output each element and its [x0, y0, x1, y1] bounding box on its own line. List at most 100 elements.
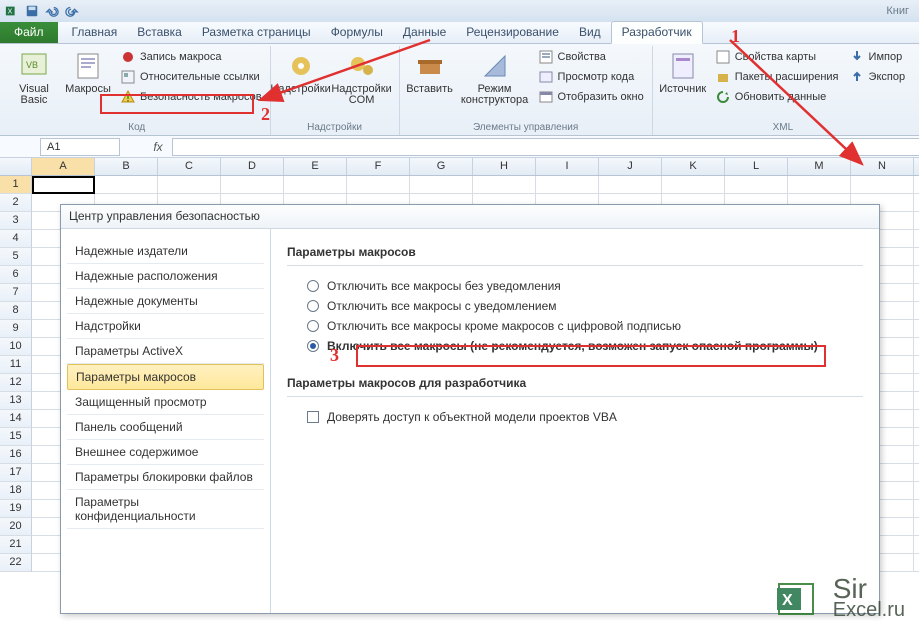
- macro-radio-option[interactable]: Отключить все макросы с уведомлением: [287, 296, 863, 316]
- trust-center-nav-item[interactable]: Параметры конфиденциальности: [67, 490, 264, 529]
- fx-icon[interactable]: fx: [150, 140, 166, 154]
- row-header[interactable]: 1: [0, 176, 32, 194]
- col-header[interactable]: F: [347, 158, 410, 175]
- cell[interactable]: [536, 176, 599, 194]
- select-all-corner[interactable]: [0, 158, 32, 175]
- macro-security-button[interactable]: Безопасность макросов: [118, 88, 264, 106]
- col-header[interactable]: J: [599, 158, 662, 175]
- col-header[interactable]: C: [158, 158, 221, 175]
- record-macro-button[interactable]: Запись макроса: [118, 48, 264, 66]
- radio-icon[interactable]: [307, 300, 319, 312]
- trust-center-nav-item[interactable]: Параметры макросов: [67, 364, 264, 390]
- tab-developer[interactable]: Разработчик: [611, 21, 703, 44]
- row-header[interactable]: 8: [0, 302, 32, 320]
- trust-center-nav-item[interactable]: Надежные документы: [67, 289, 264, 314]
- tab-view[interactable]: Вид: [569, 22, 611, 43]
- export-button[interactable]: Экспор: [847, 68, 908, 86]
- undo-icon[interactable]: [44, 3, 60, 19]
- row-header[interactable]: 21: [0, 536, 32, 554]
- col-header[interactable]: H: [473, 158, 536, 175]
- radio-icon[interactable]: [307, 320, 319, 332]
- trust-center-nav-item[interactable]: Надстройки: [67, 314, 264, 339]
- cell[interactable]: [725, 176, 788, 194]
- visual-basic-button[interactable]: VB Visual Basic: [10, 48, 58, 106]
- trust-center-nav-item[interactable]: Параметры ActiveX: [67, 339, 264, 364]
- trust-center-nav-item[interactable]: Внешнее содержимое: [67, 440, 264, 465]
- tab-file[interactable]: Файл: [0, 22, 58, 43]
- row-header[interactable]: 11: [0, 356, 32, 374]
- checkbox-icon[interactable]: [307, 411, 319, 423]
- cell[interactable]: [473, 176, 536, 194]
- cell[interactable]: [284, 176, 347, 194]
- row-header[interactable]: 10: [0, 338, 32, 356]
- formula-bar[interactable]: [172, 138, 919, 156]
- source-button[interactable]: Источник: [659, 48, 707, 95]
- row-header[interactable]: 20: [0, 518, 32, 536]
- col-header[interactable]: A: [32, 158, 95, 175]
- col-header[interactable]: I: [536, 158, 599, 175]
- refresh-data-button[interactable]: Обновить данные: [713, 88, 841, 106]
- cell[interactable]: [599, 176, 662, 194]
- row-header[interactable]: 15: [0, 428, 32, 446]
- cell[interactable]: [32, 176, 95, 194]
- radio-icon[interactable]: [307, 340, 319, 352]
- row-header[interactable]: 22: [0, 554, 32, 572]
- trust-center-nav-item[interactable]: Надежные расположения: [67, 264, 264, 289]
- tab-data[interactable]: Данные: [393, 22, 456, 43]
- row-header[interactable]: 4: [0, 230, 32, 248]
- row-header[interactable]: 3: [0, 212, 32, 230]
- col-header[interactable]: N: [851, 158, 914, 175]
- expansion-packs-button[interactable]: Пакеты расширения: [713, 68, 841, 86]
- row-header[interactable]: 5: [0, 248, 32, 266]
- cell[interactable]: [410, 176, 473, 194]
- trust-center-nav-item[interactable]: Надежные издатели: [67, 239, 264, 264]
- cell[interactable]: [851, 176, 914, 194]
- macro-radio-option[interactable]: Включить все макросы (не рекомендуется, …: [287, 336, 863, 356]
- tab-page-layout[interactable]: Разметка страницы: [192, 22, 321, 43]
- col-header[interactable]: G: [410, 158, 473, 175]
- col-header[interactable]: L: [725, 158, 788, 175]
- row-header[interactable]: 19: [0, 500, 32, 518]
- trust-vba-checkbox-row[interactable]: Доверять доступ к объектной модели проек…: [287, 407, 863, 427]
- tab-home[interactable]: Главная: [62, 22, 128, 43]
- row-header[interactable]: 6: [0, 266, 32, 284]
- com-addins-button[interactable]: Надстройки COM: [331, 48, 393, 106]
- row-header[interactable]: 9: [0, 320, 32, 338]
- name-box[interactable]: [40, 138, 120, 156]
- tab-review[interactable]: Рецензирование: [456, 22, 569, 43]
- map-properties-button[interactable]: Свойства карты: [713, 48, 841, 66]
- macros-button[interactable]: Макросы: [64, 48, 112, 95]
- macro-radio-option[interactable]: Отключить все макросы кроме макросов с ц…: [287, 316, 863, 336]
- tab-insert[interactable]: Вставка: [127, 22, 192, 43]
- import-button[interactable]: Импор: [847, 48, 908, 66]
- row-header[interactable]: 18: [0, 482, 32, 500]
- row-header[interactable]: 2: [0, 194, 32, 212]
- view-code-button[interactable]: Просмотр кода: [536, 68, 646, 86]
- insert-control-button[interactable]: Вставить: [406, 48, 454, 95]
- trust-center-nav-item[interactable]: Параметры блокировки файлов: [67, 465, 264, 490]
- tab-formulas[interactable]: Формулы: [321, 22, 393, 43]
- cell[interactable]: [221, 176, 284, 194]
- col-header[interactable]: E: [284, 158, 347, 175]
- properties-button[interactable]: Свойства: [536, 48, 646, 66]
- radio-icon[interactable]: [307, 280, 319, 292]
- cell[interactable]: [788, 176, 851, 194]
- run-dialog-button[interactable]: Отобразить окно: [536, 88, 646, 106]
- save-icon[interactable]: [24, 3, 40, 19]
- row-header[interactable]: 12: [0, 374, 32, 392]
- col-header[interactable]: B: [95, 158, 158, 175]
- design-mode-button[interactable]: Режим конструктора: [460, 48, 530, 106]
- row-header[interactable]: 14: [0, 410, 32, 428]
- row-header[interactable]: 7: [0, 284, 32, 302]
- addins-button[interactable]: Надстройки: [277, 48, 325, 95]
- macro-radio-option[interactable]: Отключить все макросы без уведомления: [287, 276, 863, 296]
- row-header[interactable]: 13: [0, 392, 32, 410]
- trust-center-nav-item[interactable]: Защищенный просмотр: [67, 390, 264, 415]
- row-header[interactable]: 16: [0, 446, 32, 464]
- trust-center-nav-item[interactable]: Панель сообщений: [67, 415, 264, 440]
- row-header[interactable]: 17: [0, 464, 32, 482]
- cell[interactable]: [662, 176, 725, 194]
- cell[interactable]: [95, 176, 158, 194]
- relative-refs-button[interactable]: Относительные ссылки: [118, 68, 264, 86]
- col-header[interactable]: M: [788, 158, 851, 175]
